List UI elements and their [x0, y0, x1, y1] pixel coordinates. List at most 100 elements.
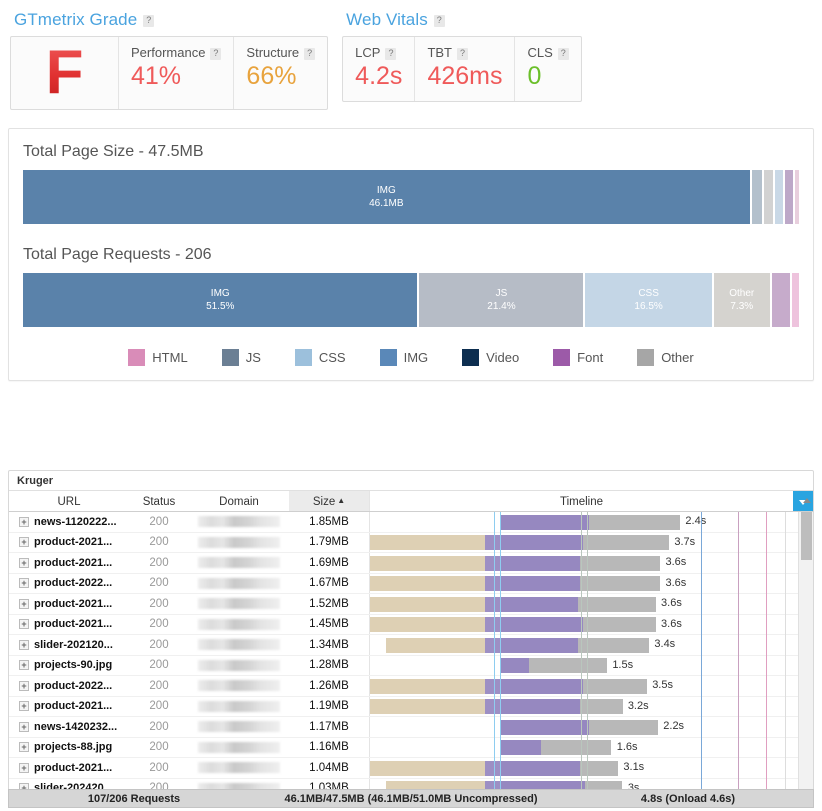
expand-row-icon[interactable]: +: [19, 578, 29, 589]
cell-size: 1.28MB: [309, 659, 349, 672]
timeline-bar-receiving: [582, 617, 656, 632]
expand-row-icon[interactable]: +: [19, 762, 29, 773]
table-row[interactable]: + product-2021... 200 1.69MB 3.6s: [9, 553, 813, 574]
expand-row-icon[interactable]: +: [19, 701, 29, 712]
web-vitals-title: Web Vitals ?: [342, 8, 582, 36]
cell-url[interactable]: + product-2021...: [9, 700, 129, 712]
total-page-requests-bar: IMG 51.5% JS 21.4% CSS 16.5% Other 7.3%: [23, 273, 799, 327]
url-text: projects-88.jpg: [34, 741, 113, 754]
expand-row-icon[interactable]: +: [19, 639, 29, 650]
cell-timeline[interactable]: 3.6s: [369, 553, 813, 573]
cell-url[interactable]: + slider-202120...: [9, 639, 129, 651]
bar-segment-html[interactable]: [795, 170, 799, 224]
bar-segment-img[interactable]: IMG 51.5%: [23, 273, 418, 327]
status-transfer-size: 46.1MB/47.5MB (46.1MB/51.0MB Uncompresse…: [284, 792, 538, 805]
cell-url[interactable]: + product-2021...: [9, 762, 129, 774]
table-row[interactable]: + product-2022... 200 1.67MB 3.6s: [9, 573, 813, 594]
timeline-bar-receiving: [540, 740, 612, 755]
cell-timeline[interactable]: 2.4s: [369, 512, 813, 532]
bar-segment-css[interactable]: [774, 170, 784, 224]
bar-segment-value: 16.5%: [634, 301, 663, 312]
bar-segment-js[interactable]: [751, 170, 762, 224]
bar-segment-other[interactable]: [763, 170, 773, 224]
expand-row-icon[interactable]: +: [19, 742, 29, 753]
bar-segment-other[interactable]: Other 7.3%: [713, 273, 770, 327]
help-icon[interactable]: ?: [557, 47, 569, 60]
expand-row-icon[interactable]: +: [19, 721, 29, 732]
cell-url[interactable]: + product-2021...: [9, 557, 129, 569]
cell-url[interactable]: + product-2021...: [9, 618, 129, 630]
cell-timeline[interactable]: 3.7s: [369, 532, 813, 552]
scrollbar-thumb[interactable]: [801, 512, 812, 560]
cell-url[interactable]: + projects-88.jpg: [9, 741, 129, 753]
timeline-bar-connect: [485, 637, 501, 653]
expand-row-icon[interactable]: +: [19, 557, 29, 568]
column-header-url[interactable]: URL: [9, 491, 129, 511]
bar-segment-js[interactable]: JS 21.4%: [419, 273, 584, 327]
cell-url[interactable]: + projects-90.jpg: [9, 659, 129, 671]
cell-url[interactable]: + news-1120222...: [9, 516, 129, 528]
cell-url[interactable]: + product-2022...: [9, 577, 129, 589]
table-row[interactable]: + projects-90.jpg 200 1.28MB 1.5s: [9, 655, 813, 676]
bar-segment-font[interactable]: [785, 170, 794, 224]
help-icon[interactable]: ?: [143, 15, 155, 27]
bar-segment-font[interactable]: [771, 273, 791, 327]
expand-row-icon[interactable]: +: [19, 680, 29, 691]
cell-url[interactable]: + product-2021...: [9, 536, 129, 548]
cell-timeline[interactable]: 3.2s: [369, 696, 813, 716]
cell-timeline[interactable]: 3.6s: [369, 573, 813, 593]
help-icon[interactable]: ?: [457, 47, 468, 60]
bar-segment-html[interactable]: [792, 273, 799, 327]
timeline-bar-waiting: [500, 637, 579, 653]
expand-row-icon[interactable]: +: [19, 516, 29, 527]
legend-item-other: Other: [637, 349, 694, 366]
cell-timeline[interactable]: 3.6s: [369, 614, 813, 634]
cell-status: 200: [149, 659, 169, 672]
table-row[interactable]: + product-2022... 200 1.26MB 3.5s: [9, 676, 813, 697]
cell-timeline[interactable]: 3.1s: [369, 758, 813, 778]
help-icon[interactable]: ?: [433, 15, 445, 27]
expand-row-icon[interactable]: +: [19, 598, 29, 609]
help-icon[interactable]: ?: [385, 47, 397, 60]
cell-url[interactable]: + product-2021...: [9, 598, 129, 610]
table-row[interactable]: + product-2021... 200 1.45MB 3.6s: [9, 614, 813, 635]
column-header-size[interactable]: Size ▲: [289, 491, 369, 511]
cls-metric: CLS ? 0: [515, 37, 580, 101]
table-row[interactable]: + product-2021... 200 1.79MB 3.7s: [9, 532, 813, 553]
table-row[interactable]: + product-2021... 200 1.19MB 3.2s: [9, 696, 813, 717]
column-header-timeline[interactable]: Timeline: [369, 491, 793, 511]
bar-segment-value: 51.5%: [206, 301, 235, 312]
performance-label-text: Performance: [131, 45, 206, 60]
table-row[interactable]: + product-2021... 200 1.52MB 3.6s: [9, 594, 813, 615]
url-text: product-2021...: [34, 761, 113, 774]
cell-timeline[interactable]: 2.2s: [369, 717, 813, 737]
cell-timeline[interactable]: 3.4s: [369, 635, 813, 655]
bar-segment-img[interactable]: IMG 46.1MB: [23, 170, 750, 224]
column-header-domain[interactable]: Domain: [189, 491, 289, 511]
waterfall-vertical-scrollbar[interactable]: [798, 498, 813, 790]
cell-url[interactable]: + news-1420232...: [9, 721, 129, 733]
timeline-duration-label: 3.7s: [674, 535, 696, 548]
cell-timeline[interactable]: 3.5s: [369, 676, 813, 696]
table-row[interactable]: + product-2021... 200 1.04MB 3.1s: [9, 758, 813, 779]
expand-row-icon[interactable]: +: [19, 537, 29, 548]
cell-timeline[interactable]: 3.6s: [369, 594, 813, 614]
table-row[interactable]: + projects-88.jpg 200 1.16MB 1.6s: [9, 737, 813, 758]
cell-url[interactable]: + product-2022...: [9, 680, 129, 692]
cell-domain: [189, 721, 289, 733]
expand-row-icon[interactable]: +: [19, 660, 29, 671]
bar-segment-css[interactable]: CSS 16.5%: [585, 273, 712, 327]
timeline-bar-waiting: [500, 678, 583, 694]
table-row[interactable]: + slider-202120... 200 1.34MB 3.4s: [9, 635, 813, 656]
scroll-up-arrow-icon[interactable]: [803, 498, 811, 503]
timeline-duration-label: 3.6s: [665, 556, 687, 568]
column-header-status[interactable]: Status: [129, 491, 189, 511]
timeline-bar-dns: [370, 555, 486, 571]
table-row[interactable]: + news-1420232... 200 1.17MB 2.2s: [9, 717, 813, 738]
help-icon[interactable]: ?: [210, 47, 222, 60]
cell-timeline[interactable]: 1.6s: [369, 737, 813, 757]
table-row[interactable]: + news-1120222... 200 1.85MB 2.4s: [9, 512, 813, 533]
help-icon[interactable]: ?: [304, 47, 316, 60]
expand-row-icon[interactable]: +: [19, 619, 29, 630]
cell-timeline[interactable]: 1.5s: [369, 655, 813, 675]
